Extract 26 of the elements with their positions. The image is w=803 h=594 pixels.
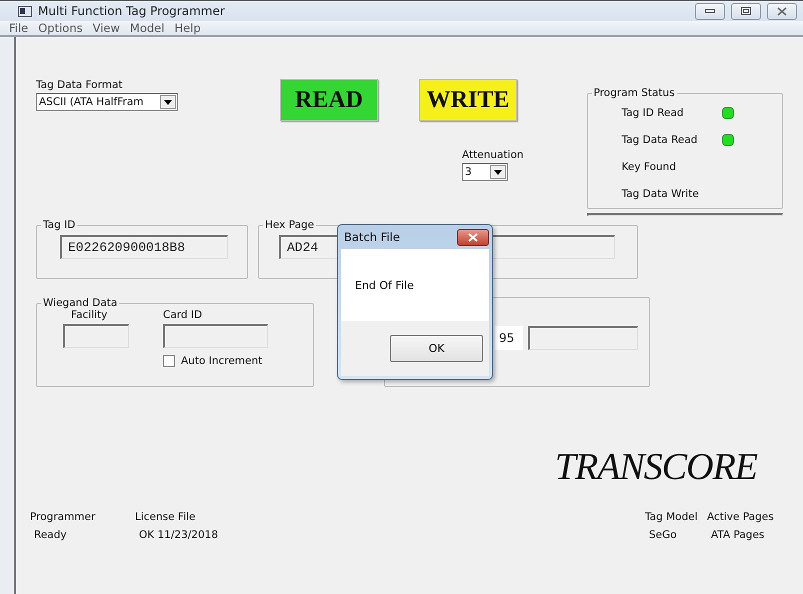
status-label: Tag ID Read (622, 106, 685, 118)
field-label: Card ID (163, 309, 204, 321)
status-label: Programmer (30, 511, 96, 523)
group-title: Wiegand Data (42, 297, 118, 309)
group-title: Hex Page (264, 219, 316, 231)
status-label: Tag Data Read (622, 134, 698, 146)
status-label: License File (135, 511, 196, 523)
status-value: Ready (33, 529, 68, 541)
window-title: Multi Function Tag Programmer (38, 4, 226, 18)
status-value: SeGo (648, 529, 678, 541)
field-label: Facility (71, 309, 108, 321)
field-label: Attenuation (462, 149, 524, 161)
tag-id-field: E022620900018B8 (60, 235, 228, 259)
company-logo: TRANSCORE (554, 445, 757, 489)
dialog-message: End Of File (355, 278, 414, 292)
status-value: OK 11/23/2018 (138, 529, 220, 541)
group-title: Tag ID (42, 219, 76, 231)
dialog-title: Batch File (344, 230, 400, 244)
status-label: Tag Data Write (622, 188, 700, 200)
group-title: Program Status (592, 87, 676, 99)
field-label: Tag Data Format (36, 79, 124, 91)
checkbox-label: Auto Increment (181, 355, 262, 367)
status-label: Active Pages (707, 511, 775, 523)
status-label: Tag Model (645, 511, 699, 523)
status-label: Key Found (622, 160, 678, 172)
status-value: ATA Pages (710, 529, 766, 541)
